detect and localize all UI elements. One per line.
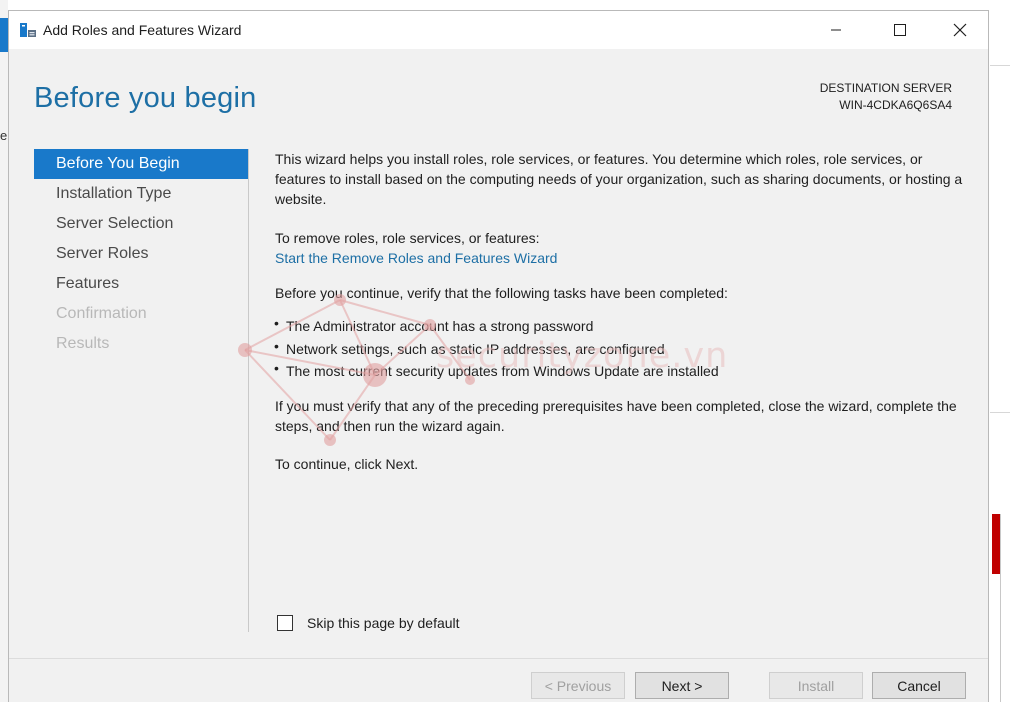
prerequisite-list: The Administrator account has a strong p…: [274, 313, 719, 384]
server-manager-icon: [19, 21, 37, 39]
next-button[interactable]: Next >: [635, 672, 729, 699]
destination-server-name: WIN-4CDKA6Q6SA4: [839, 98, 952, 112]
close-button[interactable]: [937, 11, 983, 49]
wizard-steps-nav: Before You Begin Installation Type Serve…: [34, 149, 248, 359]
wizard-window: Add Roles and Features Wizard Before you…: [8, 10, 989, 702]
skip-page-checkbox[interactable]: [277, 615, 293, 631]
nav-step-results: Results: [56, 335, 110, 352]
nav-step-server-roles[interactable]: Server Roles: [34, 239, 248, 269]
minimize-button[interactable]: [813, 11, 859, 49]
minimize-icon: [831, 29, 841, 31]
nav-step-server-selection[interactable]: Server Selection: [34, 209, 248, 239]
nav-step-installation-type[interactable]: Installation Type: [34, 179, 248, 209]
install-button: Install: [769, 672, 863, 699]
skip-page-option[interactable]: Skip this page by default: [277, 615, 460, 631]
window-title: Add Roles and Features Wizard: [43, 22, 242, 38]
nav-step-before-you-begin[interactable]: Before You Begin: [34, 149, 248, 179]
background-accent-strip: [0, 18, 8, 52]
list-item: The Administrator account has a strong p…: [274, 313, 719, 339]
remove-prompt-text: To remove roles, role services, or featu…: [275, 230, 540, 246]
continue-note: To continue, click Next.: [275, 456, 419, 472]
background-divider: [990, 412, 1010, 413]
background-window-edge: [0, 0, 8, 702]
remove-roles-link[interactable]: Start the Remove Roles and Features Wiza…: [275, 248, 557, 268]
list-item: The most current security updates from W…: [274, 358, 719, 384]
nav-divider: [248, 149, 249, 632]
prerequisite-note: If you must verify that any of the prece…: [275, 398, 957, 434]
nav-step-confirmation: Confirmation: [56, 305, 147, 322]
background-divider: [1000, 514, 1001, 702]
list-item: Network settings, such as static IP addr…: [274, 336, 719, 362]
intro-text: This wizard helps you install roles, rol…: [275, 151, 963, 207]
skip-page-label: Skip this page by default: [307, 615, 460, 631]
page-title: Before you begin: [34, 82, 257, 114]
wizard-header: Before you begin DESTINATION SERVER WIN-…: [9, 49, 988, 139]
close-icon: [953, 23, 967, 37]
nav-step-features[interactable]: Features: [34, 269, 248, 299]
title-bar[interactable]: Add Roles and Features Wizard: [9, 11, 988, 49]
verify-prompt-text: Before you continue, verify that the fol…: [275, 285, 728, 301]
background-divider: [990, 65, 1010, 66]
maximize-button[interactable]: [877, 11, 923, 49]
previous-button: < Previous: [531, 672, 625, 699]
cancel-button[interactable]: Cancel: [872, 672, 966, 699]
background-text-fragment: e: [0, 128, 8, 143]
background-red-tile: [992, 514, 1000, 574]
maximize-icon: [894, 24, 906, 36]
footer-divider: [9, 658, 988, 659]
destination-server-label: DESTINATION SERVER: [819, 81, 952, 95]
